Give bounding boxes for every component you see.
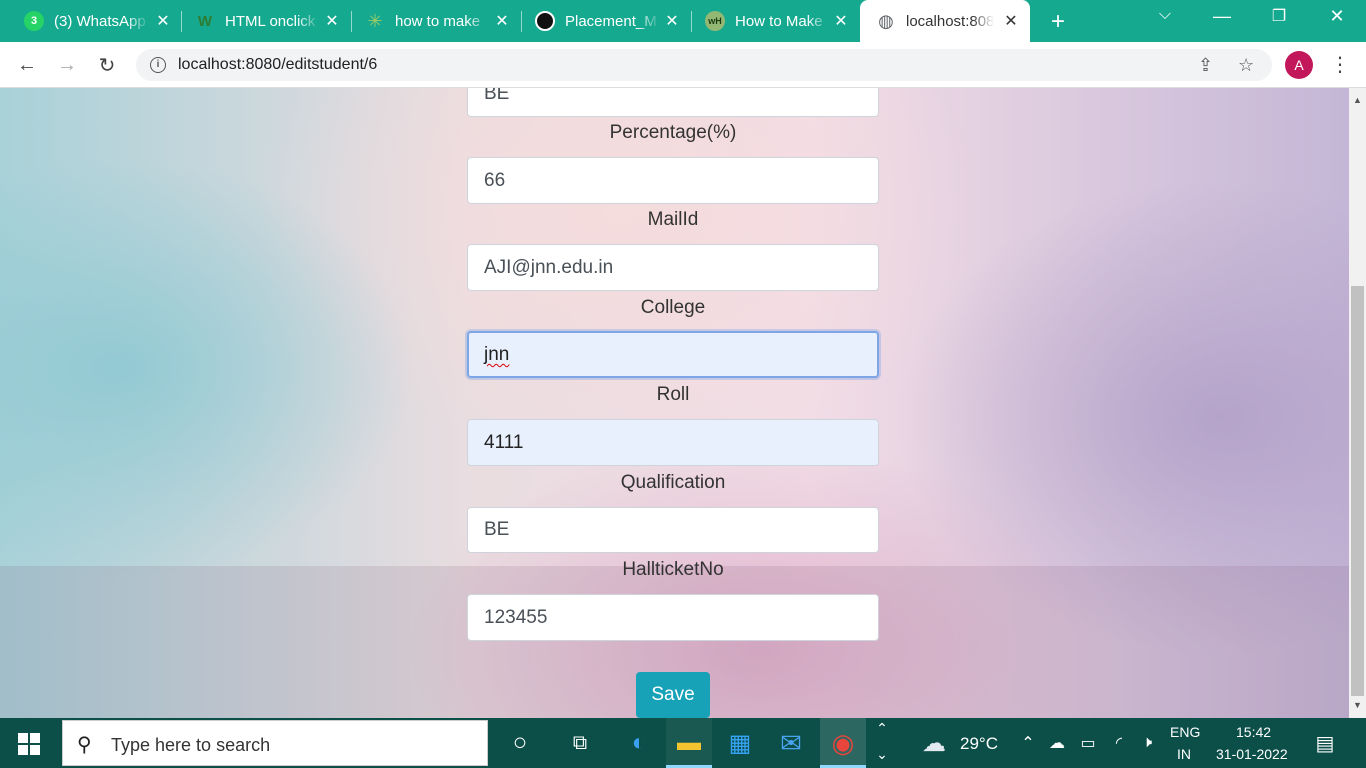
roll-label: Roll [656, 384, 690, 405]
percentage-field[interactable]: 66 [467, 157, 879, 204]
weather-icon[interactable]: ☁ [918, 728, 950, 758]
tab-separator [351, 11, 352, 32]
url-text[interactable]: localhost:8080/editstudent/6 [178, 56, 377, 74]
file-explorer-icon[interactable]: ▬ [673, 728, 705, 758]
tab-separator [521, 11, 522, 32]
minimize-button[interactable]: — [1208, 6, 1236, 27]
tab-title: how to make [395, 12, 481, 30]
tab-title: HTML onclick [225, 12, 316, 30]
tray-chevron-icon[interactable]: ⌃ [1012, 728, 1044, 758]
forward-button[interactable]: → [54, 52, 80, 78]
close-window-button[interactable]: ✕ [1323, 6, 1351, 27]
scroll-down-arrow-icon[interactable]: ▼ [1349, 697, 1366, 714]
share-icon[interactable]: ⇪ [1198, 55, 1213, 76]
edge-icon[interactable]: ◐ [623, 728, 655, 758]
qualification-label: Qualification [620, 472, 726, 493]
tab-how-to-make[interactable]: ✳ how to make ✕ [365, 0, 521, 42]
back-button[interactable]: ← [14, 52, 40, 78]
tab-separator [181, 11, 182, 32]
close-icon[interactable]: ✕ [493, 11, 511, 31]
browser-toolbar: ← → ↻ i localhost:8080/editstudent/6 ⇪ ☆… [0, 42, 1366, 88]
clock-time[interactable]: 15:42 [1236, 724, 1271, 740]
taskbar-scroll-down-icon[interactable]: ⌄ [870, 744, 894, 764]
address-bar[interactable]: i localhost:8080/editstudent/6 ⇪ ☆ [136, 49, 1272, 81]
tab-placement-github[interactable]: ● Placement_M ✕ [535, 0, 691, 42]
close-icon[interactable]: ✕ [832, 11, 850, 31]
tab-title: (3) WhatsApp [54, 12, 146, 30]
new-tab-button[interactable]: + [1045, 8, 1071, 36]
tab-title: Placement_M [565, 12, 657, 30]
close-icon[interactable]: ✕ [663, 11, 681, 31]
tab-search-button[interactable]: ⌵ [1151, 6, 1179, 24]
close-icon[interactable]: ✕ [1002, 11, 1020, 31]
page-content: BE Percentage(%) 66 MailId AJI@jnn.edu.i… [0, 88, 1349, 718]
close-icon[interactable]: ✕ [323, 11, 341, 31]
store-icon[interactable]: ▦ [724, 728, 756, 758]
college-field[interactable]: jnn [467, 331, 879, 378]
battery-icon[interactable]: ▭ [1072, 728, 1104, 758]
github-icon: ● [535, 11, 555, 31]
windows-start-icon[interactable] [18, 733, 40, 755]
task-view-icon[interactable]: ⧉ [564, 728, 596, 758]
scroll-up-arrow-icon[interactable]: ▲ [1349, 92, 1366, 109]
language-code[interactable]: ENG [1170, 724, 1200, 740]
clock-date[interactable]: 31-01-2022 [1216, 746, 1288, 762]
search-placeholder: Type here to search [111, 735, 271, 755]
hallticketno-field[interactable]: 123455 [467, 594, 879, 641]
tab-whatsapp[interactable]: 3 (3) WhatsApp ✕ [24, 0, 182, 42]
site-info-icon[interactable]: i [150, 57, 166, 73]
tab-title: localhost:808 [906, 12, 994, 30]
tab-html-onclick[interactable]: W HTML onclick ✕ [195, 0, 351, 42]
qualification-field[interactable]: BE [467, 507, 879, 553]
chrome-icon[interactable]: ◉ [827, 728, 859, 758]
close-icon[interactable]: ✕ [154, 11, 172, 31]
taskbar-search-box[interactable]: ⚲ Type here to search [62, 720, 488, 766]
roll-field[interactable]: 4111 [467, 419, 879, 466]
page-scrollbar[interactable]: ▲ ▼ [1349, 88, 1366, 718]
globe-icon: ◍ [878, 10, 894, 31]
browser-menu-icon[interactable]: ⋮ [1330, 52, 1350, 77]
wikihow-icon: wH [705, 11, 725, 31]
taskbar-scroll-up-icon[interactable]: ⌃ [870, 718, 894, 738]
temperature[interactable]: 29°C [960, 734, 998, 754]
college-value: jnn [484, 344, 510, 365]
tab-localhost-active[interactable]: ◍ localhost:808 ✕ [860, 0, 1030, 42]
cortana-icon[interactable]: ○ [504, 728, 536, 758]
tab-title: How to Make [735, 12, 823, 30]
browser-tab-strip: 3 (3) WhatsApp ✕ W HTML onclick ✕ ✳ how … [0, 0, 1366, 42]
mail-icon[interactable]: ✉ [775, 728, 807, 758]
tab-separator [691, 11, 692, 32]
hallticketno-label: HallticketNo [622, 559, 724, 580]
volume-icon[interactable]: 🕨 [1131, 728, 1163, 758]
qualification-field-partial[interactable]: BE [467, 88, 879, 117]
pinwheel-icon: ✳ [367, 10, 383, 31]
mailid-label: MailId [647, 209, 699, 230]
w3schools-icon: W [197, 12, 213, 30]
tab-wikihow[interactable]: wH How to Make ✕ [705, 0, 860, 42]
mailid-field[interactable]: AJI@jnn.edu.in [467, 244, 879, 291]
whatsapp-icon: 3 [24, 11, 44, 31]
region-code[interactable]: IN [1177, 746, 1191, 762]
reload-button[interactable]: ↻ [94, 52, 120, 78]
bookmark-star-icon[interactable]: ☆ [1238, 55, 1254, 76]
profile-avatar[interactable]: A [1285, 51, 1313, 79]
restore-button[interactable]: ❐ [1265, 6, 1293, 26]
college-label: College [640, 297, 706, 318]
percentage-label: Percentage(%) [609, 122, 737, 143]
onedrive-icon[interactable]: ☁ [1041, 728, 1073, 758]
notification-center-icon[interactable]: ▤ [1309, 728, 1341, 758]
scrollbar-thumb[interactable] [1351, 286, 1364, 696]
search-icon: ⚲ [77, 734, 92, 756]
windows-taskbar: ⚲ Type here to search ○ ⧉ ◐ ▬ ▦ ✉ ◉ ⌃ ⌄ … [0, 718, 1366, 768]
save-button[interactable]: Save [636, 672, 710, 718]
